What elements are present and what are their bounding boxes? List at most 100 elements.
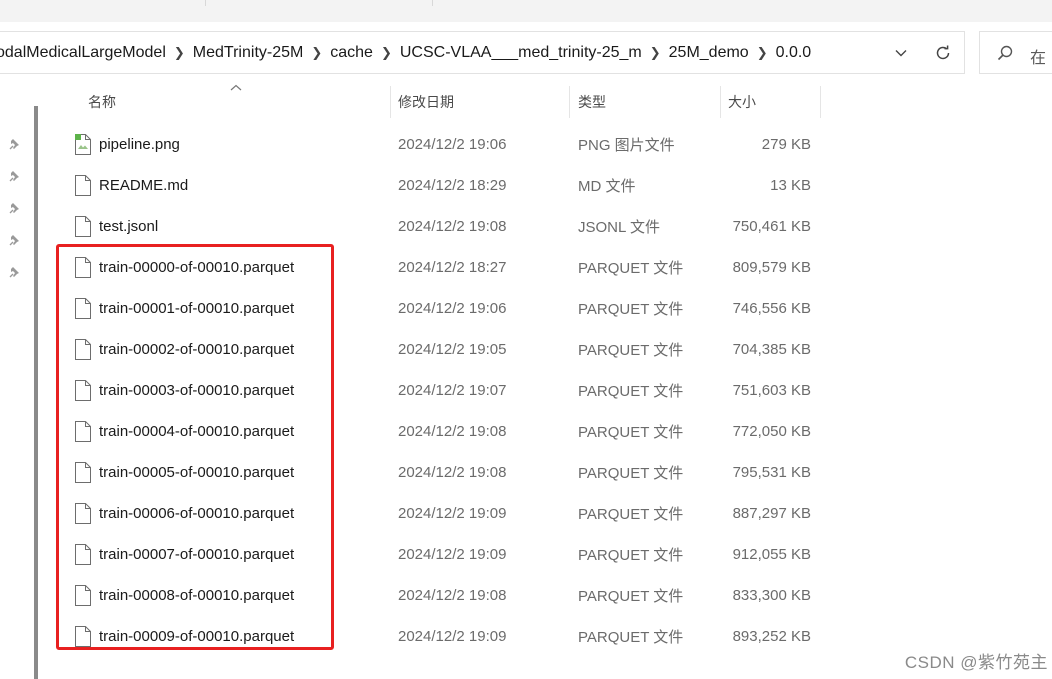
document-file-icon [75,503,91,524]
file-row[interactable]: pipeline.png 2024/12/2 19:06 PNG 图片文件 279 K… [56,124,836,165]
pin-icon [9,139,19,150]
file-date: 2024/12/2 19:08 [398,218,507,235]
breadcrumb-item[interactable]: odalMedicalLargeModel [0,44,172,62]
column-divider[interactable] [820,86,821,118]
file-type: JSONL 文件 [578,219,660,236]
document-file-icon [75,298,91,319]
file-name[interactable]: train-00001-of-00010.parquet [99,288,294,329]
file-name[interactable]: train-00003-of-00010.parquet [99,370,294,411]
history-dropdown-button[interactable] [889,41,913,65]
file-size: 912,055 KB [732,546,811,563]
document-file-icon [75,544,91,565]
document-file-icon [75,216,91,237]
pin-icon [9,235,19,246]
file-type: PARQUET 文件 [578,588,684,605]
file-row[interactable]: README.md 2024/12/2 18:29 MD 文件 13 KB [56,165,836,206]
column-header-name[interactable]: 名称 [88,84,116,120]
file-size: 887,297 KB [732,505,811,522]
file-name[interactable]: train-00005-of-00010.parquet [99,452,294,493]
file-name[interactable]: test.jsonl [99,206,158,247]
file-type: PARQUET 文件 [578,383,684,400]
chevron-right-icon[interactable]: ❯ [172,45,187,61]
document-file-icon [75,585,91,606]
chevron-right-icon[interactable]: ❯ [755,45,770,61]
column-header-type[interactable]: 类型 [578,84,606,120]
tab-divider [432,0,433,6]
document-file-icon [75,175,91,196]
file-row[interactable]: train-00008-of-00010.parquet 2024/12/2 19… [56,575,836,616]
file-row[interactable]: train-00007-of-00010.parquet 2024/12/2 19… [56,534,836,575]
column-header-date[interactable]: 修改日期 [398,84,454,120]
breadcrumb-item[interactable]: 0.0.0 [770,44,818,62]
file-date: 2024/12/2 19:09 [398,505,507,522]
file-name[interactable]: train-00009-of-00010.parquet [99,616,294,657]
search-icon [997,45,1013,61]
address-bar[interactable]: odalMedicalLargeModel ❯ MedTrinity-25M ❯… [0,31,965,74]
file-name[interactable]: train-00006-of-00010.parquet [99,493,294,534]
tab-divider [205,0,206,6]
file-row[interactable]: train-00000-of-00010.parquet 2024/12/2 18… [56,247,836,288]
column-divider[interactable] [569,86,570,118]
breadcrumb-item[interactable]: MedTrinity-25M [187,44,310,62]
file-date: 2024/12/2 19:07 [398,382,507,399]
search-input[interactable]: 在 [979,31,1052,74]
file-row[interactable]: train-00004-of-00010.parquet 2024/12/2 19… [56,411,836,452]
column-header-size[interactable]: 大小 [728,84,756,120]
file-date: 2024/12/2 19:08 [398,423,507,440]
document-file-icon [75,421,91,442]
file-date: 2024/12/2 19:09 [398,546,507,563]
file-name[interactable]: train-00007-of-00010.parquet [99,534,294,575]
chevron-right-icon[interactable]: ❯ [379,45,394,61]
column-divider[interactable] [720,86,721,118]
file-size: 704,385 KB [732,341,811,358]
chevron-down-icon [895,50,907,57]
file-date: 2024/12/2 19:05 [398,341,507,358]
file-type: PARQUET 文件 [578,629,684,646]
refresh-button[interactable] [931,41,955,65]
file-size: 746,556 KB [732,300,811,317]
file-type: PARQUET 文件 [578,424,684,441]
file-size: 893,252 KB [732,628,811,645]
file-type: PARQUET 文件 [578,506,684,523]
file-type: PARQUET 文件 [578,547,684,564]
file-row[interactable]: train-00006-of-00010.parquet 2024/12/2 19… [56,493,836,534]
file-row[interactable]: train-00009-of-00010.parquet 2024/12/2 19… [56,616,836,657]
file-row[interactable]: test.jsonl 2024/12/2 19:08 JSONL 文件 750,461… [56,206,836,247]
refresh-icon [936,45,950,60]
breadcrumb-item[interactable]: cache [324,44,379,62]
file-row[interactable]: train-00005-of-00010.parquet 2024/12/2 19… [56,452,836,493]
breadcrumb-item[interactable]: UCSC-VLAA___med_trinity-25_m [394,44,648,62]
breadcrumb-item[interactable]: 25M_demo [663,44,755,62]
file-date: 2024/12/2 19:08 [398,587,507,604]
file-type: PARQUET 文件 [578,342,684,359]
pin-icon [9,203,19,214]
file-date: 2024/12/2 19:06 [398,300,507,317]
file-size: 751,603 KB [732,382,811,399]
search-placeholder: 在 [1030,50,1047,67]
document-file-icon [75,380,91,401]
file-type: PNG 图片文件 [578,137,675,154]
file-size: 13 KB [770,177,811,194]
image-file-icon [75,134,91,155]
column-divider[interactable] [390,86,391,118]
chevron-right-icon[interactable]: ❯ [309,45,324,61]
file-row[interactable]: train-00003-of-00010.parquet 2024/12/2 19… [56,370,836,411]
sidebar-scrollbar[interactable] [34,106,38,679]
watermark: CSDN @紫竹苑主 [904,653,1048,672]
file-name[interactable]: README.md [99,165,188,206]
file-size: 279 KB [761,136,811,153]
chevron-right-icon[interactable]: ❯ [648,45,663,61]
file-size: 772,050 KB [732,423,811,440]
document-file-icon [75,462,91,483]
file-name[interactable]: pipeline.png [99,124,180,165]
file-name[interactable]: train-00008-of-00010.parquet [99,575,294,616]
file-name[interactable]: train-00002-of-00010.parquet [99,329,294,370]
file-type: PARQUET 文件 [578,260,684,277]
file-name[interactable]: train-00004-of-00010.parquet [99,411,294,452]
document-file-icon [75,257,91,278]
file-size: 750,461 KB [732,218,811,235]
file-row[interactable]: train-00002-of-00010.parquet 2024/12/2 19… [56,329,836,370]
file-row[interactable]: train-00001-of-00010.parquet 2024/12/2 19… [56,288,836,329]
file-name[interactable]: train-00000-of-00010.parquet [99,247,294,288]
title-strip [0,0,1052,22]
